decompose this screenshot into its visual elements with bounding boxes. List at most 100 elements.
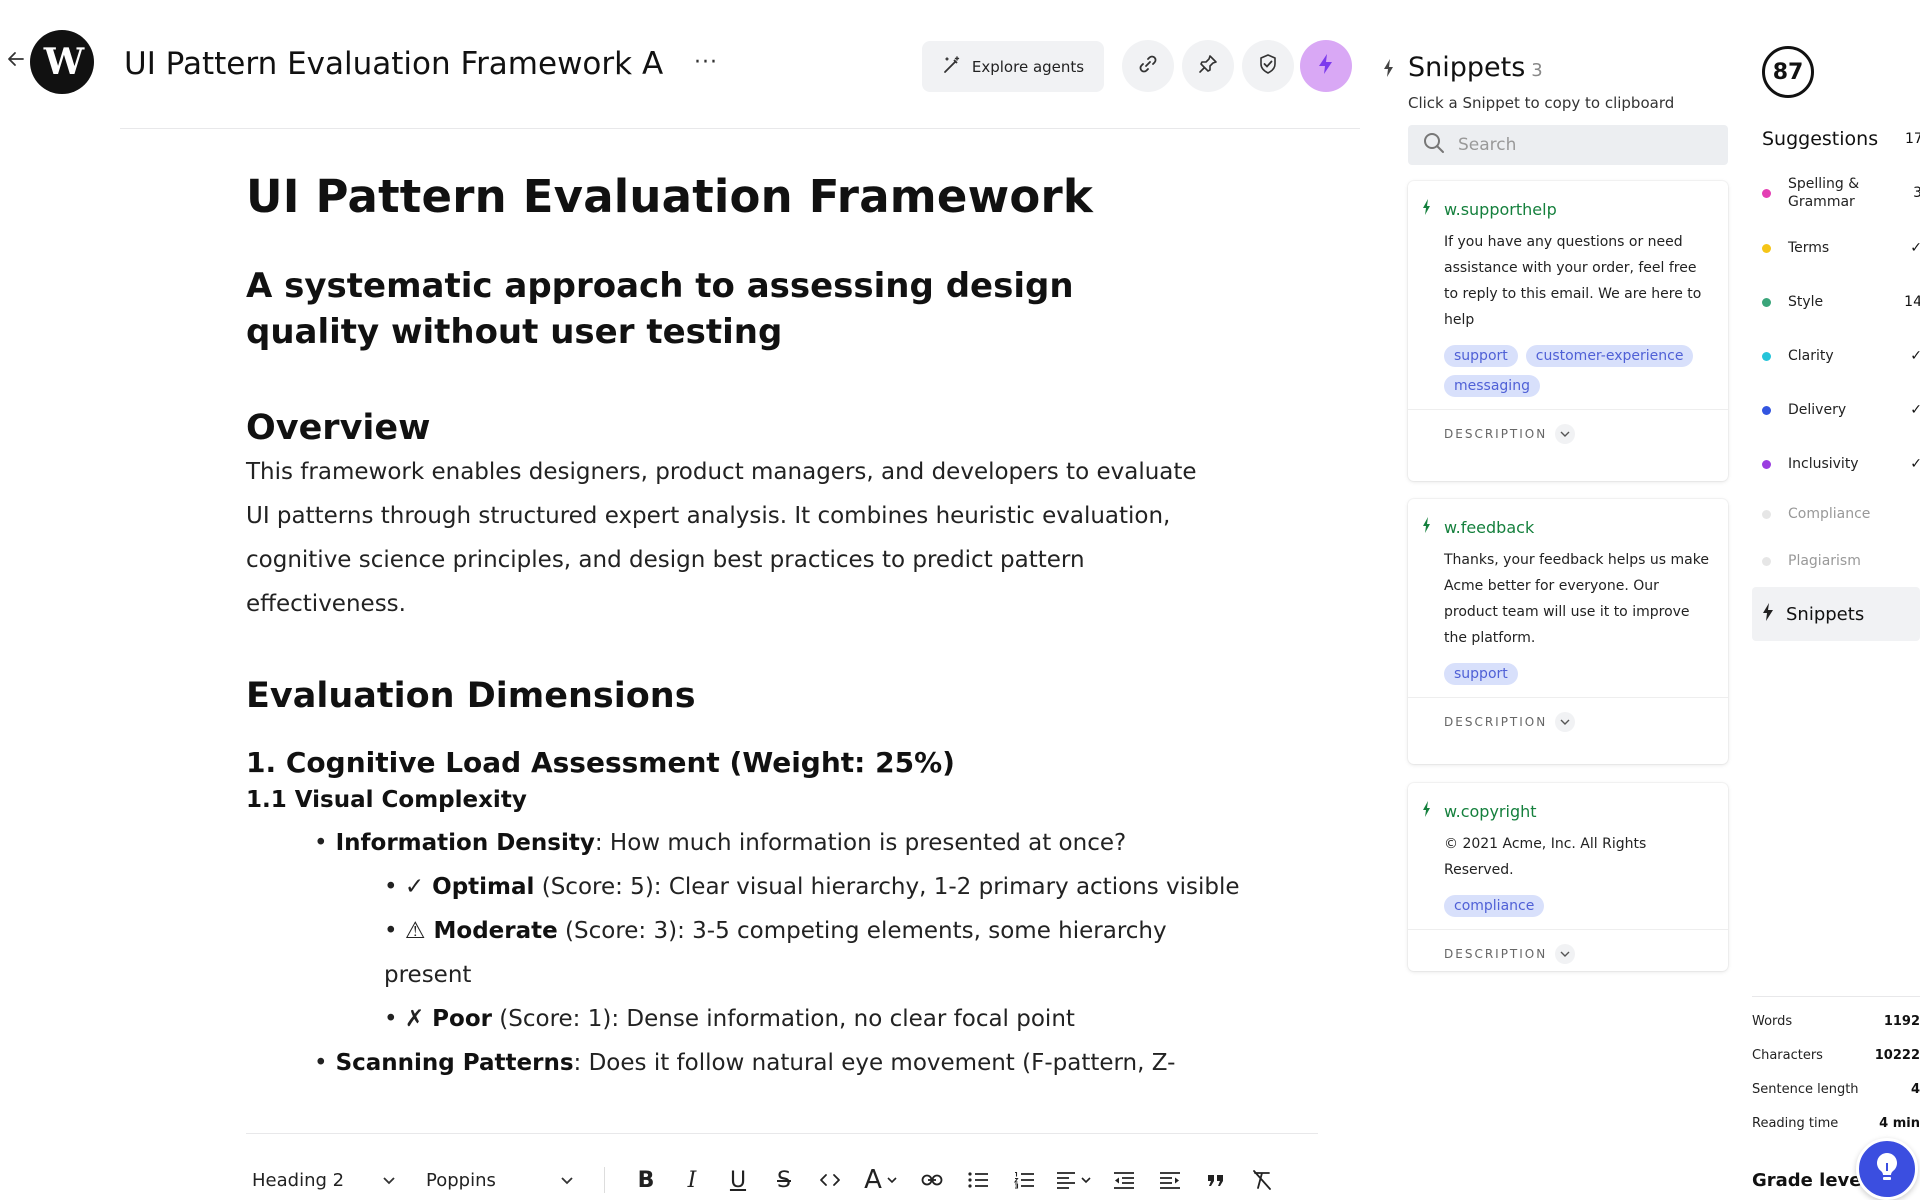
category-dot <box>1762 243 1771 253</box>
list-item[interactable]: • Scanning Patterns: Does it follow natur… <box>246 1041 1246 1085</box>
category-label: Style <box>1788 294 1824 310</box>
snippet-card[interactable]: w.feedback Thanks, your feedback helps u… <box>1408 499 1728 764</box>
bold-icon[interactable]: B <box>623 1162 669 1198</box>
pin-button[interactable] <box>1182 40 1234 92</box>
document-subtitle[interactable]: A systematic approach to assessing desig… <box>246 264 1206 356</box>
evaluation-dimensions-heading[interactable]: Evaluation Dimensions <box>246 676 1246 716</box>
document-heading[interactable]: UI Pattern Evaluation Framework <box>246 170 1246 224</box>
category-dot <box>1762 459 1771 469</box>
snippet-description-toggle[interactable]: DESCRIPTION <box>1408 929 1728 984</box>
snippet-search-input[interactable] <box>1458 135 1698 155</box>
description-label: DESCRIPTION <box>1444 947 1548 961</box>
snippet-body: © 2021 Acme, Inc. All Rights Reserved. <box>1444 836 1647 878</box>
italic-icon[interactable]: I <box>669 1162 715 1198</box>
list-item-term: Poor <box>432 1005 492 1032</box>
category-dot <box>1762 351 1771 361</box>
category-dot <box>1762 297 1771 307</box>
category-style[interactable]: Style 14 <box>1762 293 1920 311</box>
snippet-name: w.copyright <box>1444 801 1537 821</box>
category-clarity[interactable]: Clarity ✓ <box>1762 347 1920 365</box>
snippet-card[interactable]: w.supporthelp If you have any questions … <box>1408 181 1728 481</box>
snippets-title-label: Snippets <box>1408 52 1526 83</box>
snippet-tag[interactable]: compliance <box>1444 895 1545 917</box>
snippets-nav-item[interactable]: Snippets <box>1752 587 1920 641</box>
snippet-tag[interactable]: support <box>1444 345 1518 367</box>
app-logo[interactable]: W <box>30 30 94 94</box>
underline-icon[interactable]: U <box>715 1162 761 1198</box>
list-item[interactable]: • ✗ Poor (Score: 1): Dense information, n… <box>246 997 1246 1041</box>
stat-label: Reading time <box>1752 1116 1839 1131</box>
strikethrough-icon[interactable]: S <box>761 1162 807 1198</box>
block-style-select[interactable]: Heading 2 <box>246 1170 396 1191</box>
toolbar-separator <box>604 1167 605 1193</box>
category-terms[interactable]: Terms ✓ <box>1762 239 1920 257</box>
snippets-toggle-button[interactable] <box>1300 40 1352 92</box>
snippet-tags: support <box>1408 651 1728 685</box>
category-label: Plagiarism <box>1788 553 1861 569</box>
help-button[interactable] <box>1856 1138 1918 1200</box>
snippet-description-toggle[interactable]: DESCRIPTION <box>1408 409 1728 464</box>
checkmark-icon: ✓ <box>1910 348 1920 364</box>
overall-score-badge[interactable]: 87 <box>1762 46 1814 98</box>
category-compliance[interactable]: Compliance <box>1762 505 1920 523</box>
lightbulb-icon <box>1872 1150 1902 1188</box>
outdent-icon[interactable] <box>1101 1162 1147 1198</box>
header-divider <box>120 128 1360 129</box>
text-color-icon[interactable]: A <box>853 1162 909 1198</box>
quote-icon[interactable] <box>1193 1162 1239 1198</box>
document-body[interactable]: UI Pattern Evaluation Framework A system… <box>246 170 1246 1085</box>
snippet-tag[interactable]: messaging <box>1444 375 1540 397</box>
snippet-card[interactable]: w.copyright © 2021 Acme, Inc. All Rights… <box>1408 783 1728 971</box>
align-icon[interactable] <box>1047 1162 1101 1198</box>
snippet-tag[interactable]: support <box>1444 663 1518 685</box>
stat-label: Sentence length <box>1752 1082 1859 1097</box>
search-icon <box>1422 131 1446 159</box>
stat-value: 10222 <box>1874 1048 1920 1063</box>
link-button[interactable] <box>1122 40 1174 92</box>
pin-icon <box>1197 53 1219 79</box>
shield-check-icon <box>1257 53 1279 79</box>
list-item[interactable]: • ⚠ Moderate (Score: 3): 3-5 competing el… <box>246 909 1246 997</box>
overview-heading[interactable]: Overview <box>246 408 1246 448</box>
lightning-bolt-icon <box>1422 517 1432 537</box>
bulleted-list-icon[interactable] <box>955 1162 1001 1198</box>
font-family-select[interactable]: Poppins <box>426 1170 574 1191</box>
category-spelling-grammar[interactable]: Spelling & Grammar 3 <box>1762 175 1920 211</box>
check-shield-button[interactable] <box>1242 40 1294 92</box>
snippet-tag[interactable]: customer-experience <box>1525 345 1694 367</box>
snippet-description-toggle[interactable]: DESCRIPTION <box>1408 697 1728 752</box>
overview-paragraph[interactable]: This framework enables designers, produc… <box>246 450 1226 626</box>
numbered-list-icon[interactable] <box>1001 1162 1047 1198</box>
chevron-down-icon <box>382 1170 396 1191</box>
more-options-button[interactable]: ··· <box>694 50 718 75</box>
list-item-term: Optimal <box>432 873 535 900</box>
section-heading[interactable]: 1. Cognitive Load Assessment (Weight: 25… <box>246 746 1246 779</box>
category-label: Terms <box>1788 240 1830 256</box>
snippet-name: w.supporthelp <box>1444 199 1557 219</box>
category-count: 3 <box>1913 185 1920 201</box>
chevron-down-icon <box>1555 424 1576 444</box>
category-dot <box>1762 188 1771 198</box>
lightning-bolt-icon <box>1315 53 1337 79</box>
category-plagiarism[interactable]: Plagiarism <box>1762 552 1920 570</box>
stat-label: Words <box>1752 1014 1793 1029</box>
document-title-header[interactable]: UI Pattern Evaluation Framework A <box>124 46 663 82</box>
category-delivery[interactable]: Delivery ✓ <box>1762 401 1920 419</box>
grade-level-label: Grade level <box>1752 1170 1868 1191</box>
indent-icon[interactable] <box>1147 1162 1193 1198</box>
link-icon[interactable] <box>909 1162 955 1198</box>
back-arrow-icon[interactable] <box>5 48 27 70</box>
stat-value: 4 <box>1910 1082 1920 1097</box>
snippet-search-bar[interactable] <box>1408 125 1728 165</box>
category-inclusivity[interactable]: Inclusivity ✓ <box>1762 455 1920 473</box>
explore-agents-button[interactable]: Explore agents <box>922 41 1104 92</box>
code-icon[interactable] <box>807 1162 853 1198</box>
stat-value: 4 min <box>1879 1116 1920 1131</box>
checkmark-icon: ✓ <box>1910 240 1920 256</box>
list-item[interactable]: • ✓ Optimal (Score: 5): Clear visual hier… <box>246 865 1246 909</box>
subsection-heading[interactable]: 1.1 Visual Complexity <box>246 787 1246 813</box>
stat-label: Characters <box>1752 1048 1823 1063</box>
clear-format-icon[interactable] <box>1239 1162 1285 1198</box>
stat-sentence-length: Sentence length 4 <box>1752 1082 1920 1097</box>
list-item[interactable]: • Information Density: How much informati… <box>246 821 1246 865</box>
